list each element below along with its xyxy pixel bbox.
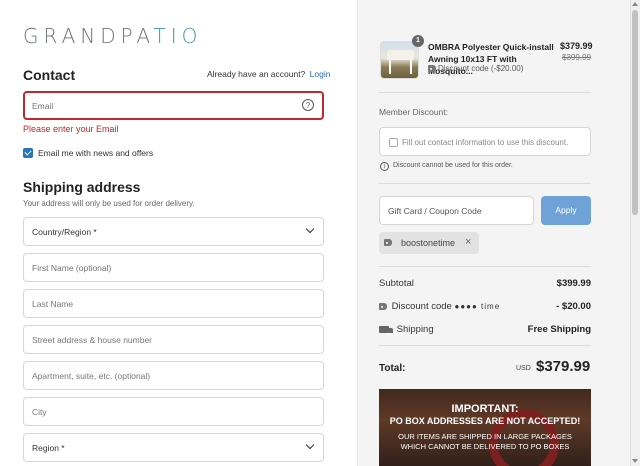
shipping-row: Shipping Free Shipping [379, 324, 591, 335]
member-discount-label: Member Discount: [379, 107, 448, 117]
member-discount-text: Fill out contact information to use this… [402, 138, 569, 147]
tag-icon [384, 239, 392, 246]
scroll-up-icon[interactable] [632, 2, 638, 6]
chevron-down-icon [305, 224, 315, 234]
product-original-price: $399.99 [562, 53, 591, 62]
info-icon: i [380, 162, 389, 171]
contact-title: Contact [23, 67, 76, 83]
subtotal-row: Subtotal $399.99 [379, 278, 591, 289]
coupon-code-input[interactable]: Gift Card / Coupon Code [379, 196, 534, 225]
shipping-title: Shipping address [23, 179, 141, 195]
scroll-down-icon[interactable] [632, 459, 638, 463]
total-label: Total: [379, 363, 406, 374]
masked-discount-code: ●●●● time [454, 302, 501, 311]
applied-coupon-code: boostonetime [401, 238, 456, 248]
total-value: $379.99 [536, 358, 591, 375]
divider [379, 266, 591, 267]
member-discount-checkbox[interactable] [389, 138, 398, 147]
email-error-message: Please enter your Email [23, 124, 119, 134]
apartment-field[interactable]: Apartment, suite, etc. (optional) [23, 361, 324, 390]
total-currency: USD [516, 365, 531, 372]
scrollbar-thumb[interactable] [632, 10, 638, 215]
quantity-badge: 1 [412, 35, 424, 47]
product-image [380, 41, 419, 79]
remove-coupon-icon[interactable]: × [465, 236, 471, 248]
chevron-down-icon [305, 440, 315, 450]
product-price: $379.99 [560, 41, 593, 51]
checkout-form-panel: GRANDPATIO Contact Already have an accou… [0, 0, 357, 466]
product-discount-line: Discount code (-$20.00) [428, 64, 523, 73]
email-placeholder: Email [32, 101, 54, 111]
login-link[interactable]: Login [310, 69, 331, 79]
email-field[interactable]: Email ? [23, 91, 324, 120]
first-name-field[interactable]: First Name (optional) [23, 253, 324, 282]
last-name-field[interactable]: Last Name [23, 289, 324, 318]
divider [379, 345, 591, 346]
newsletter-label[interactable]: Email me with news and offers [38, 148, 153, 158]
city-field[interactable]: City [23, 397, 324, 426]
shipping-note: Your address will only be used for order… [23, 199, 195, 208]
tag-icon [379, 303, 387, 310]
divider [379, 183, 591, 184]
applied-coupon-tag: boostonetime × [379, 232, 479, 254]
newsletter-checkbox[interactable] [23, 148, 33, 158]
help-icon[interactable]: ? [302, 99, 314, 111]
discount-value: - $20.00 [556, 301, 591, 312]
street-field[interactable]: Street address & house number [23, 325, 324, 354]
grandpatio-logo[interactable]: GRANDPATIO [23, 24, 202, 48]
member-discount-option[interactable]: Fill out contact information to use this… [379, 127, 591, 156]
login-prompt: Already have an account? Login [207, 69, 331, 79]
po-box-warning-banner: IMPORTANT: PO BOX ADDRESSES ARE NOT ACCE… [379, 389, 591, 466]
subtotal-value: $399.99 [556, 278, 591, 289]
region-select[interactable]: Region * [23, 433, 324, 462]
country-select[interactable]: Country/Region * [23, 217, 324, 246]
shipping-value: Free Shipping [527, 324, 591, 335]
apply-coupon-button[interactable]: Apply [541, 196, 591, 225]
member-discount-info: i Discount cannot be used for this order. [380, 162, 513, 171]
tag-icon [428, 65, 436, 72]
truck-icon [379, 326, 393, 333]
divider [379, 92, 591, 93]
discount-row: Discount code ●●●● time - $20.00 [379, 301, 591, 312]
